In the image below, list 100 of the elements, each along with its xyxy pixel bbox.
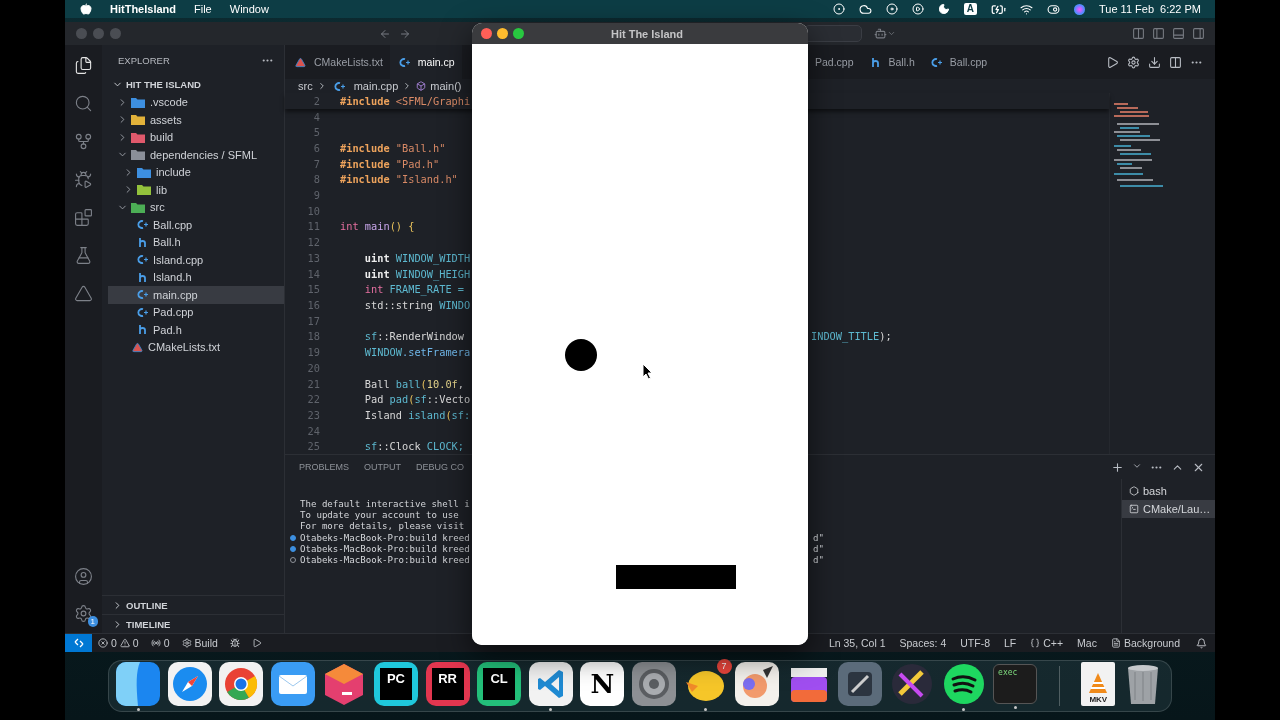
editor-tab[interactable]: main.cp [389,45,462,79]
file-row[interactable]: Ball.h [108,233,284,251]
triangle-icon [295,56,306,68]
add-icon[interactable] [1111,460,1124,474]
remote-button[interactable] [65,634,92,652]
toggle-icon[interactable] [1047,2,1060,16]
bug-play-icon[interactable] [74,170,93,189]
settings-icon[interactable] [74,604,93,623]
split-editor-icon[interactable] [1169,55,1182,69]
panel-tab[interactable]: PROBLEMS [299,462,349,472]
notification-badge: 7 [716,658,732,674]
search-icon[interactable] [74,94,93,113]
menu-item[interactable]: Window [229,3,269,15]
folder-row[interactable]: build [102,128,284,146]
menu-item[interactable]: File [194,3,212,15]
encoding[interactable]: UTF-8 [954,634,996,652]
download-icon[interactable] [1148,55,1161,69]
bell-icon[interactable] [1196,637,1207,649]
section-header[interactable]: HIT THE ISLAND [102,76,284,94]
code-line: Pad pad(sf::Vecto [363,393,471,406]
input-source-indicator[interactable]: A [963,3,977,15]
folder-row[interactable]: lib [108,181,284,199]
line-number: 15 [306,283,320,296]
platform[interactable]: Mac [1071,634,1103,652]
settings-icon[interactable] [1127,55,1140,69]
flask-icon[interactable] [74,246,93,265]
file-row[interactable]: Island.h [108,268,284,286]
ring-icon[interactable] [219,661,264,706]
build-button[interactable]: Build [175,634,224,652]
folder-row[interactable]: src [102,198,284,216]
terminal-tab[interactable]: CMake/Lau… [1122,500,1215,518]
ports-button[interactable]: 0 [144,634,176,652]
panel-bottom-icon[interactable] [1172,27,1185,40]
brush-icon[interactable] [735,661,780,706]
play-circle-icon[interactable] [911,3,924,15]
cursor-position[interactable]: Ln 35, Col 1 [822,634,892,652]
dock-app-button[interactable]: N [580,661,625,706]
panel-right-icon[interactable] [1192,27,1205,40]
breadcrumb-item[interactable]: main() [430,80,462,92]
file-row[interactable]: main.cpp [108,286,284,304]
finder-icon[interactable] [116,661,160,706]
branch-icon[interactable] [74,132,93,151]
envelope-icon[interactable] [270,661,315,706]
panel-left-icon[interactable] [1152,27,1165,40]
folder-row[interactable]: .vscode [102,93,284,111]
record-icon[interactable] [832,3,845,15]
menu-app-name[interactable]: HitTheIsland [110,3,176,15]
dock-file-button[interactable]: MKV [1081,661,1116,706]
dock-app-button[interactable]: CL [477,661,522,706]
orb-icon[interactable] [1074,3,1085,15]
panel-tab[interactable]: DEBUG CO [416,462,465,472]
file-row[interactable]: Pad.h [108,321,284,339]
dock-app-button[interactable]: PC [373,661,418,706]
account-icon[interactable] [74,567,93,586]
menu-time[interactable]: 6:22 PM [1160,3,1201,15]
problems-button[interactable]: 0 0 [92,634,145,652]
folder-row[interactable]: assets [102,111,284,129]
menu-date[interactable]: Tue 11 Feb [1099,3,1155,15]
wifi-icon[interactable] [1020,2,1033,16]
folder-row[interactable]: include [108,163,284,181]
apple-icon[interactable] [80,3,92,15]
file-row[interactable]: CMakeLists.txt [102,338,284,356]
window-title: Hit The Island [609,27,685,40]
sound-arcs-icon[interactable] [941,661,986,706]
terminal-tab[interactable]: bash [1122,482,1215,500]
moon-icon[interactable] [937,3,950,15]
section-header[interactable]: OUTLINE [102,595,284,614]
cursor-icon [642,363,653,380]
files-icon[interactable] [74,56,93,75]
file-row[interactable]: Pad.cpp [108,303,284,321]
panel-tab[interactable]: OUTPUT [364,462,401,472]
code-line: Island island(sf: [363,408,471,421]
language-mode[interactable]: C++ [1024,634,1070,652]
file-row[interactable]: Ball.cpp [108,216,284,234]
breadcrumb-item[interactable]: src [298,80,313,92]
disc-icon[interactable] [885,3,898,15]
cloud-icon[interactable] [858,2,872,16]
line-ending[interactable]: LF [998,634,1023,652]
compass-icon[interactable] [167,661,212,706]
ball [565,339,597,371]
gear-icon[interactable] [631,661,676,706]
indentation[interactable]: Spaces: 4 [893,634,953,652]
terminal-line: For more details, please visit [300,521,465,532]
run-icon[interactable] [1106,55,1119,69]
close-button[interactable] [480,28,492,39]
file-row[interactable]: Island.cpp [108,251,284,269]
breadcrumb-item[interactable]: main.cpp [353,80,399,92]
background-button[interactable]: Background [1104,634,1186,652]
blocks-icon[interactable] [74,208,93,227]
dock-app-button[interactable]: RR [425,661,470,706]
folder-row[interactable]: dependencies / SFML [102,146,284,164]
ribbon-icon[interactable] [528,661,573,706]
zoom-button[interactable] [512,28,524,39]
triangle-icon[interactable] [74,284,93,303]
back-arrow-icon[interactable] [379,27,391,40]
columns-icon[interactable] [1132,27,1145,40]
minimize-button[interactable] [496,28,508,39]
robot-icon[interactable] [874,27,887,40]
dock-app-button[interactable]: exec [993,663,1038,704]
command-center-field[interactable] [804,25,862,42]
